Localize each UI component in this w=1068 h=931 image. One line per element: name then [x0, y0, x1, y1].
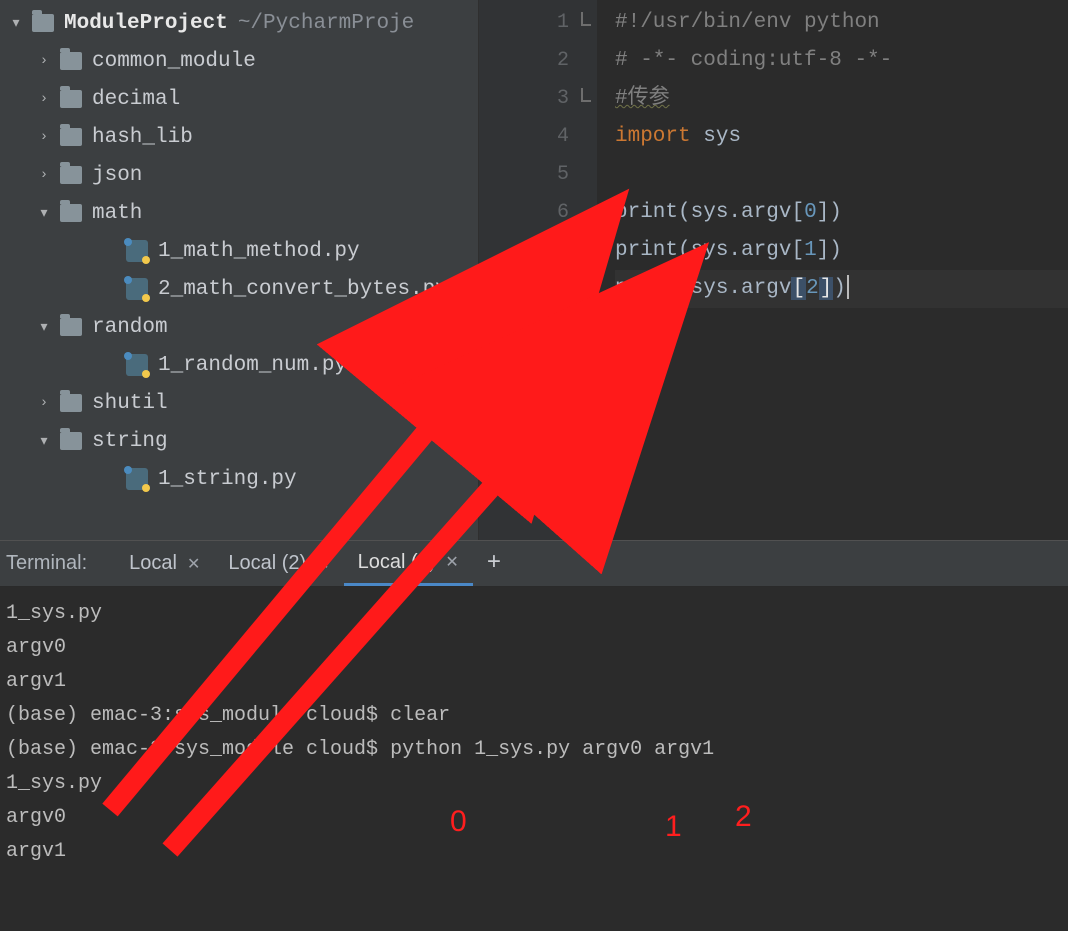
folder-icon: [60, 52, 82, 70]
project-root-path: ~/PycharmProje: [238, 12, 414, 35]
terminal-tab[interactable]: Local (3) ✕: [344, 541, 473, 586]
folder-icon: [60, 318, 82, 336]
tree-item[interactable]: ▾ random: [0, 308, 478, 346]
editor-code-area[interactable]: #!/usr/bin/env python # -*- coding:utf-8…: [597, 0, 1068, 540]
chevron-down-icon[interactable]: ▾: [34, 319, 54, 336]
tree-item-label: json: [92, 164, 142, 187]
folder-icon: [60, 128, 82, 146]
add-terminal-button[interactable]: +: [473, 550, 515, 577]
chevron-down-icon[interactable]: ▾: [34, 205, 54, 222]
tree-item[interactable]: › hash_lib: [0, 118, 478, 156]
code-editor[interactable]: 1 2 3 4 5 6 7 8 9 10 #!/usr/bin/env pyth…: [478, 0, 1068, 540]
folder-icon: [60, 166, 82, 184]
folder-icon: [60, 204, 82, 222]
close-icon[interactable]: ✕: [316, 554, 329, 574]
chevron-down-icon[interactable]: ▾: [6, 15, 26, 32]
tree-item-label: 1_math_method.py: [158, 240, 360, 263]
folder-icon: [60, 432, 82, 450]
code-comment: #传参: [615, 87, 670, 110]
tree-item[interactable]: ▾ string: [0, 422, 478, 460]
tree-item[interactable]: › shutil: [0, 384, 478, 422]
tree-item-label: 1_random_num.py: [158, 354, 347, 377]
folder-icon: [32, 14, 54, 32]
tree-item[interactable]: › decimal: [0, 80, 478, 118]
tree-item-label: hash_lib: [92, 126, 193, 149]
chevron-down-icon[interactable]: ▾: [34, 433, 54, 450]
chevron-right-icon[interactable]: ›: [34, 167, 54, 183]
tree-item[interactable]: ·1_string.py: [0, 460, 478, 498]
terminal-tab-label: Local (2): [228, 552, 306, 575]
project-root-label: ModuleProject: [64, 12, 228, 35]
terminal-tab-label: Local: [129, 552, 177, 575]
tree-item-label: string: [92, 430, 168, 453]
chevron-right-icon[interactable]: ›: [34, 91, 54, 107]
close-icon[interactable]: ✕: [187, 554, 200, 574]
tree-item-label: decimal: [92, 88, 180, 111]
terminal-tab[interactable]: Local ✕: [115, 541, 214, 586]
tree-item-label: common_module: [92, 50, 256, 73]
tree-item-label: shutil: [92, 392, 168, 415]
tree-item[interactable]: › json: [0, 156, 478, 194]
python-file-icon: [126, 240, 148, 262]
terminal-tabs-bar: Terminal: Local ✕ Local (2) ✕ Local (3) ✕ +: [0, 541, 1068, 587]
project-root-row[interactable]: ▾ ModuleProject ~/PycharmProje: [0, 4, 478, 42]
python-file-icon: [126, 278, 148, 300]
text-caret: [847, 275, 849, 299]
chevron-right-icon[interactable]: ›: [34, 53, 54, 69]
terminal-title: Terminal:: [6, 552, 87, 575]
tree-item[interactable]: ·2_math_convert_bytes.py: [0, 270, 478, 308]
python-file-icon: [126, 354, 148, 376]
folder-icon: [60, 90, 82, 108]
tree-item-label: math: [92, 202, 142, 225]
python-file-icon: [126, 468, 148, 490]
terminal-output[interactable]: 1_sys.py argv0 argv1 (base) emac-3:sys_m…: [0, 587, 1068, 926]
chevron-right-icon[interactable]: ›: [34, 129, 54, 145]
editor-gutter: 1 2 3 4 5 6 7 8 9 10: [479, 0, 597, 540]
tree-item[interactable]: ·1_random_num.py: [0, 346, 478, 384]
code-keyword: import: [615, 125, 691, 148]
project-tree[interactable]: ▾ ModuleProject ~/PycharmProje › common_m…: [0, 0, 478, 540]
terminal-tab[interactable]: Local (2) ✕: [214, 541, 343, 586]
code-comment: # -*- coding:utf-8 -*-: [615, 49, 892, 72]
chevron-right-icon[interactable]: ›: [34, 395, 54, 411]
tree-item-label: 1_string.py: [158, 468, 297, 491]
tree-item-label: 2_math_convert_bytes.py: [158, 278, 448, 301]
terminal-tab-label: Local (3): [358, 551, 436, 574]
close-icon[interactable]: ✕: [445, 552, 458, 572]
terminal-panel: Terminal: Local ✕ Local (2) ✕ Local (3) ✕ + 1…: [0, 540, 1068, 926]
tree-item[interactable]: › common_module: [0, 42, 478, 80]
tree-item[interactable]: ·1_math_method.py: [0, 232, 478, 270]
code-identifier: sys: [703, 125, 741, 148]
tree-item[interactable]: ▾ math: [0, 194, 478, 232]
folder-icon: [60, 394, 82, 412]
code-comment: #!/usr/bin/env python: [615, 11, 880, 34]
tree-item-label: random: [92, 316, 168, 339]
